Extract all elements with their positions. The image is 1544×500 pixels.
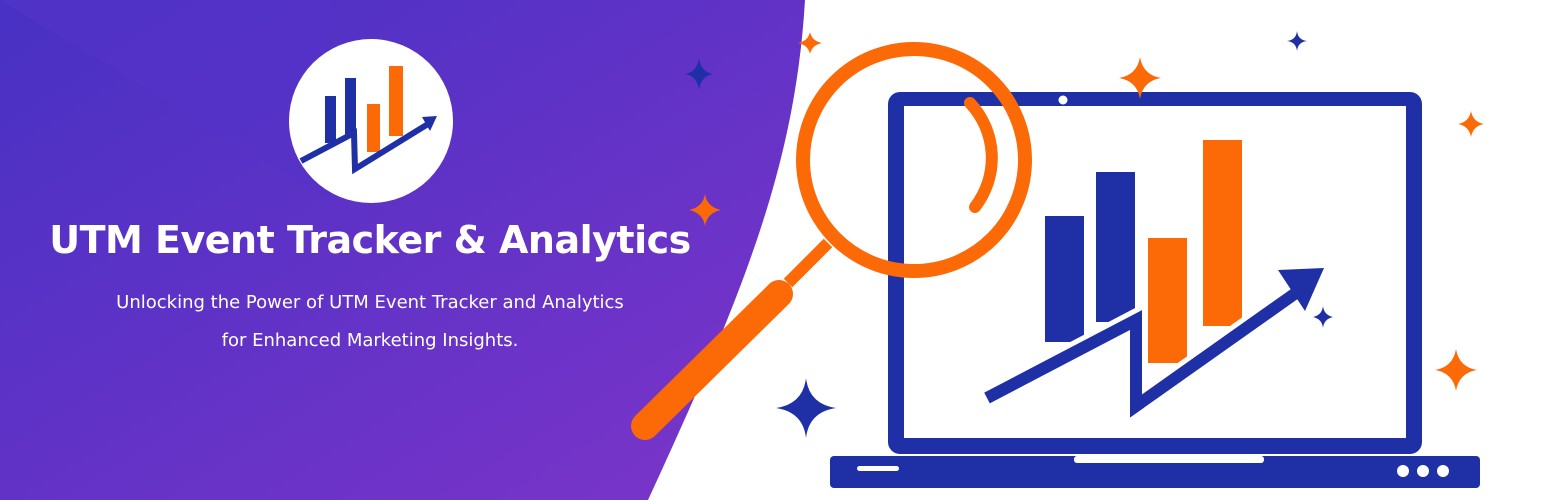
banner-subtitle-line-2: for Enhanced Marketing Insights. <box>221 330 519 351</box>
banner-subtitle-line-1: Unlocking the Power of UTM Event Tracker… <box>116 292 624 313</box>
banner-title: UTM Event Tracker & Analytics <box>49 218 691 262</box>
chart-bar-4 <box>1203 140 1242 326</box>
hero-banner: UTM Event Tracker & Analytics Unlocking … <box>0 0 1544 500</box>
bar-chart-logo-icon <box>289 39 453 203</box>
chart-bar-1 <box>1045 216 1084 342</box>
chart-bar-2 <box>1096 172 1135 322</box>
chart-bar-3 <box>1148 238 1187 363</box>
